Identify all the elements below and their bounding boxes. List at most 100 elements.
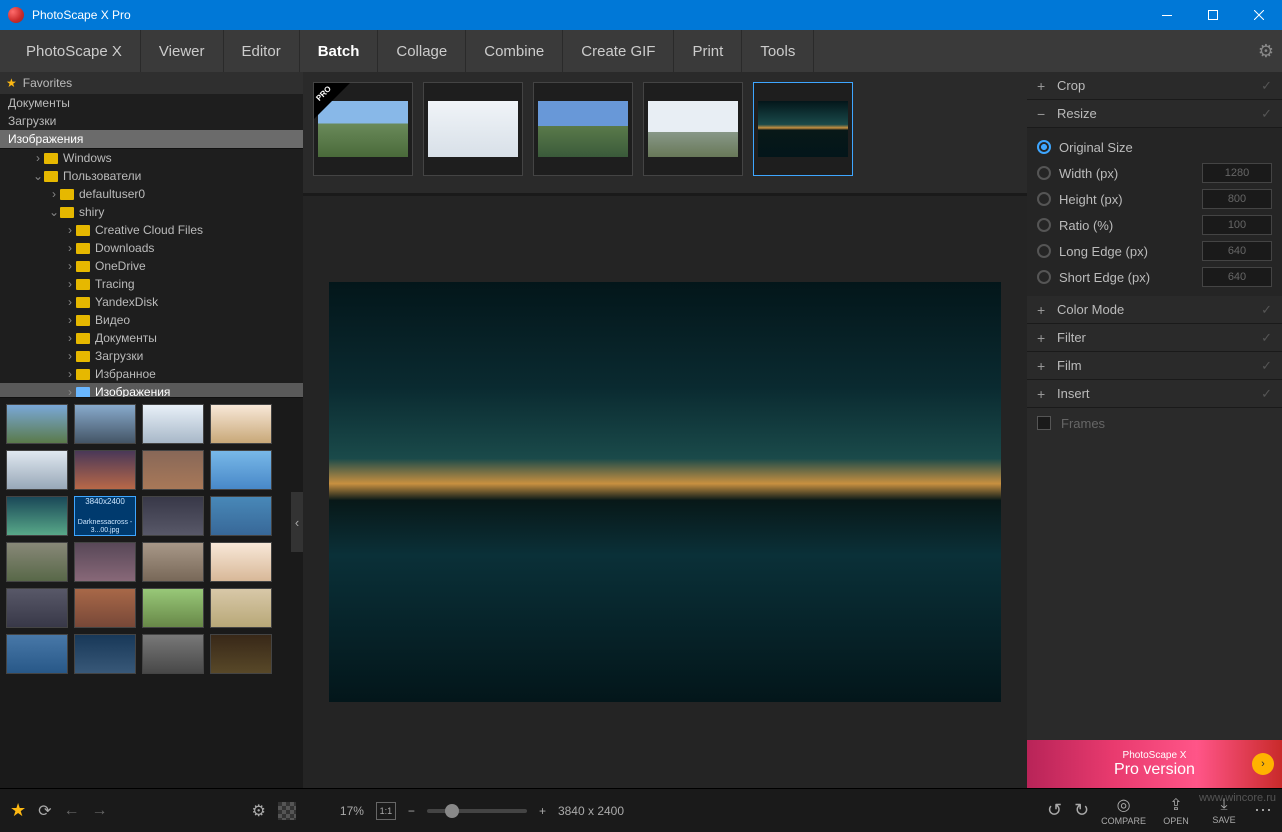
- thumbnail[interactable]: [6, 496, 68, 536]
- tab-photoscape-x[interactable]: PhotoScape X: [8, 30, 141, 72]
- one-to-one-button[interactable]: 1:1: [376, 802, 396, 820]
- nav-item[interactable]: Загрузки: [0, 112, 303, 130]
- thumbnail[interactable]: [210, 496, 272, 536]
- radio-icon[interactable]: [1037, 244, 1051, 258]
- thumbnail[interactable]: [210, 450, 272, 490]
- back-button[interactable]: ←: [64, 802, 80, 820]
- tab-batch[interactable]: Batch: [300, 30, 379, 72]
- zoom-out-button[interactable]: −: [408, 804, 415, 818]
- resize-option[interactable]: Height (px)800: [1037, 186, 1272, 212]
- thumbnail[interactable]: [74, 542, 136, 582]
- close-button[interactable]: [1236, 0, 1282, 30]
- resize-option[interactable]: Short Edge (px)640: [1037, 264, 1272, 290]
- thumbnail[interactable]: 3840x2400Darknessacross - 3...00.jpg: [74, 496, 136, 536]
- forward-button[interactable]: →: [92, 802, 108, 820]
- tree-row[interactable]: ›Видео: [0, 311, 303, 329]
- gear-button[interactable]: ⚙: [252, 801, 266, 821]
- panel-filter[interactable]: + Filter ✓: [1027, 324, 1282, 352]
- resize-option[interactable]: Original Size: [1037, 134, 1272, 160]
- panel-color-mode[interactable]: + Color Mode ✓: [1027, 296, 1282, 324]
- strip-item[interactable]: [423, 82, 523, 176]
- preview-image[interactable]: [329, 282, 1001, 702]
- thumbnail[interactable]: [142, 634, 204, 674]
- rotate-left-button[interactable]: ↺: [1047, 800, 1062, 821]
- resize-option[interactable]: Ratio (%)100: [1037, 212, 1272, 238]
- tree-row[interactable]: ›Изображения: [0, 383, 303, 398]
- tab-combine[interactable]: Combine: [466, 30, 563, 72]
- tab-print[interactable]: Print: [674, 30, 742, 72]
- favorite-star-button[interactable]: ★: [10, 800, 26, 821]
- thumbnail[interactable]: [6, 450, 68, 490]
- tree-row[interactable]: ›defaultuser0: [0, 185, 303, 203]
- tree-row[interactable]: ›Creative Cloud Files: [0, 221, 303, 239]
- thumbnail[interactable]: [210, 588, 272, 628]
- checker-button[interactable]: [278, 802, 296, 820]
- option-value[interactable]: 640: [1202, 241, 1272, 261]
- open-button[interactable]: ⇪OPEN: [1158, 795, 1194, 826]
- thumbnail[interactable]: [6, 404, 68, 444]
- tree-row[interactable]: ⌄Пользователи: [0, 167, 303, 185]
- tab-collage[interactable]: Collage: [378, 30, 466, 72]
- option-value[interactable]: 800: [1202, 189, 1272, 209]
- resize-option[interactable]: Width (px)1280: [1037, 160, 1272, 186]
- tab-viewer[interactable]: Viewer: [141, 30, 224, 72]
- thumbnail[interactable]: [6, 634, 68, 674]
- option-value[interactable]: 640: [1202, 267, 1272, 287]
- tab-create-gif[interactable]: Create GIF: [563, 30, 674, 72]
- thumbnail[interactable]: [142, 542, 204, 582]
- resize-option[interactable]: Long Edge (px)640: [1037, 238, 1272, 264]
- thumbnail[interactable]: [210, 634, 272, 674]
- frames-checkbox[interactable]: [1037, 416, 1051, 430]
- panel-film[interactable]: + Film ✓: [1027, 352, 1282, 380]
- maximize-button[interactable]: [1190, 0, 1236, 30]
- nav-item[interactable]: Документы: [0, 94, 303, 112]
- strip-item[interactable]: [313, 82, 413, 176]
- tree-row[interactable]: ›Документы: [0, 329, 303, 347]
- nav-item[interactable]: Изображения: [0, 130, 303, 148]
- thumbnail[interactable]: [74, 404, 136, 444]
- thumbnail[interactable]: [210, 542, 272, 582]
- tree-row[interactable]: ›Tracing: [0, 275, 303, 293]
- radio-icon[interactable]: [1037, 166, 1051, 180]
- tab-editor[interactable]: Editor: [224, 30, 300, 72]
- collapse-sidebar-button[interactable]: ‹: [291, 492, 303, 552]
- compare-button[interactable]: ◎COMPARE: [1101, 795, 1146, 826]
- frames-row[interactable]: Frames: [1027, 408, 1282, 438]
- panel-resize[interactable]: − Resize ✓: [1027, 100, 1282, 128]
- thumbnail[interactable]: [74, 588, 136, 628]
- thumbnail[interactable]: [6, 588, 68, 628]
- zoom-slider[interactable]: [427, 809, 527, 813]
- option-value[interactable]: 100: [1202, 215, 1272, 235]
- tree-row[interactable]: ›Windows: [0, 149, 303, 167]
- strip-item[interactable]: [533, 82, 633, 176]
- thumbnail[interactable]: [142, 588, 204, 628]
- strip-item[interactable]: [753, 82, 853, 176]
- thumbnail[interactable]: [210, 404, 272, 444]
- thumbnail[interactable]: [6, 542, 68, 582]
- minimize-button[interactable]: [1144, 0, 1190, 30]
- settings-gear-icon[interactable]: ⚙: [1258, 41, 1274, 62]
- radio-icon[interactable]: [1037, 140, 1051, 154]
- panel-insert[interactable]: + Insert ✓: [1027, 380, 1282, 408]
- zoom-in-button[interactable]: +: [539, 804, 546, 818]
- radio-icon[interactable]: [1037, 192, 1051, 206]
- panel-crop[interactable]: + Crop ✓: [1027, 72, 1282, 100]
- tree-row[interactable]: ›Downloads: [0, 239, 303, 257]
- tree-row[interactable]: ›OneDrive: [0, 257, 303, 275]
- thumbnail[interactable]: [142, 404, 204, 444]
- refresh-button[interactable]: ⟳: [38, 801, 51, 821]
- tree-row[interactable]: ⌄shiry: [0, 203, 303, 221]
- thumbnail[interactable]: [142, 496, 204, 536]
- tree-row[interactable]: ›YandexDisk: [0, 293, 303, 311]
- thumbnail[interactable]: [74, 450, 136, 490]
- option-value[interactable]: 1280: [1202, 163, 1272, 183]
- pro-version-promo[interactable]: PhotoScape X Pro version ›: [1027, 740, 1282, 788]
- tree-row[interactable]: ›Избранное: [0, 365, 303, 383]
- radio-icon[interactable]: [1037, 218, 1051, 232]
- strip-item[interactable]: [643, 82, 743, 176]
- tree-row[interactable]: ›Загрузки: [0, 347, 303, 365]
- thumbnail[interactable]: [74, 634, 136, 674]
- rotate-right-button[interactable]: ↻: [1074, 800, 1089, 821]
- thumbnail[interactable]: [142, 450, 204, 490]
- tab-tools[interactable]: Tools: [742, 30, 814, 72]
